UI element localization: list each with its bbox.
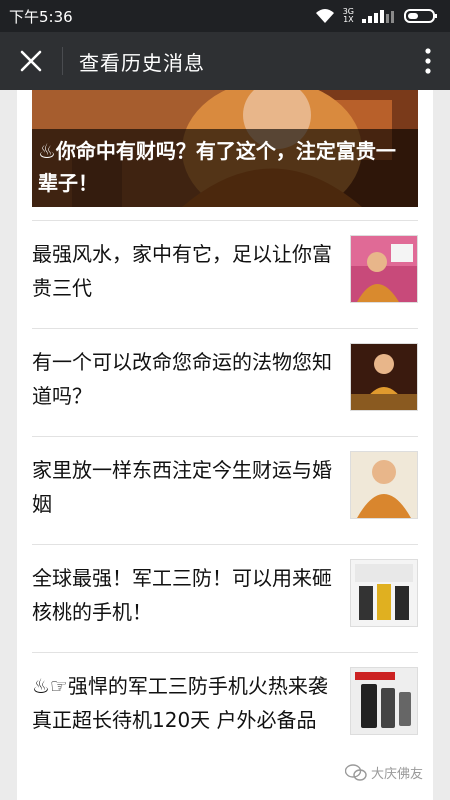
signal-icon [362,10,394,23]
article-title: 有一个可以改命您命运的法物您知道吗？ [32,350,332,408]
list-item[interactable]: 最强风水，家中有它，足以让你富贵三代 [32,220,418,329]
nav-bar: 查看历史消息 [0,32,450,90]
hero-title: ♨你命中有财吗？有了这个，注定富贵一辈子！ [32,129,418,207]
status-bar: 下午5:36 3G 1X [0,0,450,32]
wifi-icon [315,9,334,23]
watermark: 大庆佛友 [344,763,423,782]
close-button[interactable] [0,32,62,90]
battery-icon [404,9,437,23]
more-button[interactable] [406,32,450,90]
status-time: 下午5:36 [9,7,73,26]
list-item[interactable]: 有一个可以改命您命运的法物您知道吗？ [32,328,418,437]
close-icon [20,50,42,72]
article-thumbnail [350,559,418,627]
more-vertical-icon [425,48,431,74]
article-title: 全球最强！军工三防！可以用来砸核桃的手机！ [32,566,332,624]
watermark-text: 大庆佛友 [370,767,423,782]
list-item[interactable]: 全球最强！军工三防！可以用来砸核桃的手机！ [32,544,418,653]
page-title: 查看历史消息 [79,50,205,75]
article-thumbnail [350,451,418,519]
article-title: ♨☞强悍的军工三防手机火热来袭 真正超长待机120天 户外必备品 [32,674,328,732]
message-list: ♨你命中有财吗？有了这个，注定富贵一辈子！ 最强风水，家中有它，足以让你富贵三代… [17,90,433,800]
status-icons: 3G 1X [315,8,438,24]
article-thumbnail [350,667,418,735]
network-type-bottom: 1X [343,15,354,24]
hero-article[interactable]: ♨你命中有财吗？有了这个，注定富贵一辈子！ [32,90,418,207]
article-thumbnail [350,343,418,411]
network-type: 3G 1X [343,8,354,24]
article-title: 家里放一样东西注定今生财运与婚姻 [32,458,332,516]
article-thumbnail [350,235,418,303]
article-title: 最强风水，家中有它，足以让你富贵三代 [32,242,332,300]
list-item[interactable]: 家里放一样东西注定今生财运与婚姻 [32,436,418,545]
wechat-icon [344,763,367,781]
